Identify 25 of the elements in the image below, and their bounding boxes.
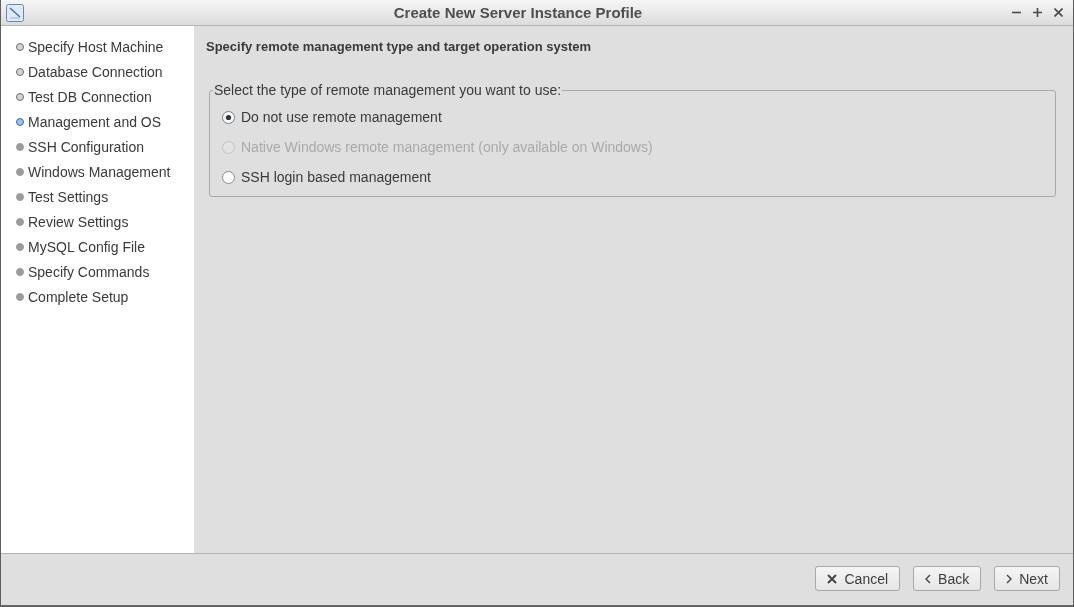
- step-label: Complete Setup: [28, 288, 129, 305]
- step-label: Specify Host Machine: [28, 38, 164, 55]
- step-label: MySQL Config File: [28, 238, 145, 255]
- step-label: Review Settings: [28, 213, 129, 230]
- step-label: Database Connection: [28, 63, 163, 80]
- step-label: Test DB Connection: [28, 88, 152, 105]
- step-label: Test Settings: [28, 188, 109, 205]
- close-icon: [827, 573, 838, 584]
- chevron-left-icon: [925, 573, 932, 584]
- maximize-icon[interactable]: [1033, 8, 1042, 17]
- radio-option[interactable]: Do not use remote management: [222, 102, 442, 132]
- cancel-button[interactable]: Cancel: [815, 566, 901, 591]
- step-label: Management and OS: [28, 113, 162, 130]
- app-icon: [6, 3, 24, 22]
- window-title: Create New Server Instance Profile: [392, 4, 644, 21]
- chevron-right-icon: [1006, 573, 1013, 584]
- radio-option[interactable]: SSH login based management: [222, 162, 431, 192]
- step-label: Specify Commands: [28, 263, 150, 280]
- group-label: Select the type of remote management you want to use:: [213, 82, 563, 99]
- step-label: SSH Configuration: [28, 138, 144, 155]
- page-heading: Specify remote management type and target operation system: [206, 38, 593, 56]
- next-button[interactable]: Next: [994, 566, 1060, 591]
- step-label: Windows Management: [28, 163, 171, 180]
- close-icon[interactable]: [1054, 8, 1063, 17]
- back-button[interactable]: Back: [913, 566, 982, 591]
